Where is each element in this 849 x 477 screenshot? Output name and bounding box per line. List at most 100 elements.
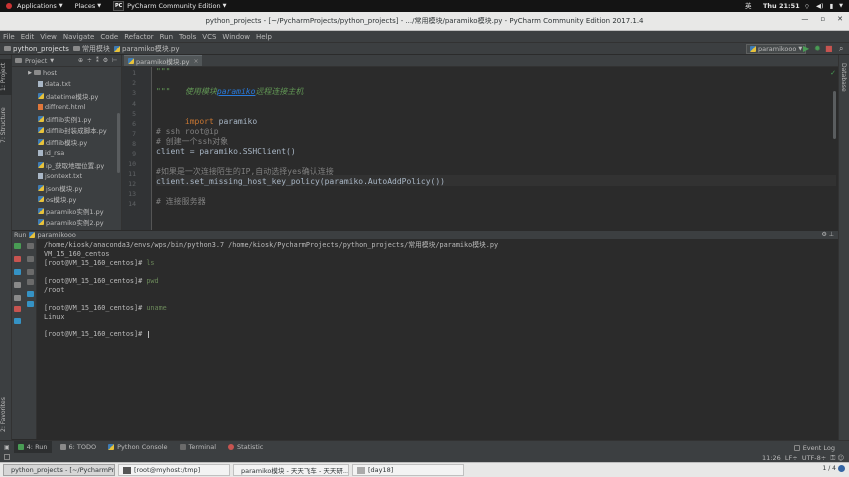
caret-position[interactable]: 11:26 bbox=[762, 454, 781, 462]
breadcrumb-folder[interactable]: 常用模块 bbox=[82, 44, 110, 54]
tab-terminal[interactable]: Terminal bbox=[176, 441, 220, 454]
project-panel-tools[interactable]: ⊕ ÷ ⁑ ⚙ ⊢ bbox=[78, 57, 118, 64]
task-file-manager[interactable]: [day18] bbox=[352, 464, 464, 476]
line-number: 7 bbox=[132, 130, 136, 138]
close-icon[interactable] bbox=[14, 306, 21, 312]
menu-help[interactable]: Help bbox=[253, 33, 275, 41]
run-console-output[interactable]: /home/kiosk/anaconda3/envs/wps/bin/pytho… bbox=[37, 239, 838, 439]
minimize-icon[interactable]: — bbox=[801, 15, 808, 23]
maximize-icon[interactable]: ▫ bbox=[820, 15, 825, 23]
up-icon[interactable] bbox=[27, 243, 34, 249]
task-pycharm[interactable]: python_projects - [~/PycharmProj... bbox=[3, 464, 115, 476]
lock-icon[interactable]: ⚿ bbox=[830, 454, 835, 462]
code-editor: paramiko模块.py × 1 2 3 4 5 6 7 8 9 10 11 … bbox=[121, 55, 838, 230]
run-icon[interactable]: ▶ bbox=[803, 45, 809, 53]
tree-item[interactable]: paramiko实例1.py bbox=[26, 205, 121, 217]
rerun-icon[interactable] bbox=[14, 243, 21, 249]
task-terminal[interactable]: [root@myhost:/tmp] bbox=[118, 464, 230, 476]
tree-item[interactable]: datetime模块.py bbox=[26, 90, 121, 102]
run-panel-title: Run bbox=[14, 231, 27, 239]
project-panel-title[interactable]: Project bbox=[25, 57, 47, 65]
project-tool-button[interactable]: 1: Project bbox=[0, 59, 12, 95]
search-icon[interactable]: ⌕ bbox=[839, 45, 843, 53]
input-method-indicator[interactable]: 英 bbox=[745, 0, 752, 12]
project-scrollbar[interactable] bbox=[117, 113, 120, 173]
tree-item[interactable]: difflib模块.py bbox=[26, 136, 121, 148]
task-browser[interactable]: paramiko模块 - 天天飞车 - 天天研... bbox=[233, 464, 349, 476]
menu-file[interactable]: File bbox=[0, 33, 18, 41]
debug-icon[interactable]: ✹ bbox=[814, 45, 821, 53]
menu-view[interactable]: View bbox=[37, 33, 60, 41]
tree-item[interactable]: ip_获取地理位置.py bbox=[26, 159, 121, 171]
inspector-icon[interactable]: ☺ bbox=[837, 454, 844, 462]
code-area[interactable]: """ 使用模块paramiko远程连接主机 """ import parami… bbox=[156, 67, 836, 230]
panel-settings-icon[interactable]: ⚙ ⊥ bbox=[821, 231, 834, 238]
line-number: 4 bbox=[132, 100, 136, 108]
file-encoding[interactable]: UTF-8÷ bbox=[802, 454, 826, 462]
gnome-top-bar: Applications ▼ Places ▼ PC PyCharm Commu… bbox=[0, 0, 849, 12]
down-icon[interactable] bbox=[27, 256, 34, 262]
code-line-2: 使用模块paramiko远程连接主机 bbox=[156, 77, 304, 96]
tree-item[interactable]: os模块.py bbox=[26, 194, 121, 206]
tab-python-console[interactable]: Python Console bbox=[104, 441, 171, 454]
line-number: 10 bbox=[128, 160, 136, 168]
editor-scrollbar[interactable] bbox=[833, 91, 836, 139]
tree-item[interactable]: diffrent.html bbox=[26, 102, 121, 114]
clear-icon[interactable] bbox=[27, 301, 34, 307]
tree-item[interactable]: difflib封装成脚本.py bbox=[26, 125, 121, 137]
tree-item-label: jsontext.txt bbox=[45, 172, 83, 181]
tree-item[interactable]: id_rsa bbox=[26, 148, 121, 160]
pause-icon[interactable] bbox=[14, 269, 21, 275]
workspace-pager[interactable]: 1 / 4 bbox=[823, 465, 845, 472]
menu-refactor[interactable]: Refactor bbox=[121, 33, 156, 41]
applications-menu[interactable]: Applications ▼ bbox=[0, 2, 69, 10]
database-tool-button[interactable]: Database bbox=[840, 63, 847, 92]
structure-tool-button[interactable]: 7: Structure bbox=[0, 103, 12, 147]
tree-item-host[interactable]: ▶ host bbox=[26, 67, 121, 79]
favorites-tool-button[interactable]: 2: Favorites bbox=[0, 395, 12, 435]
breadcrumb-project[interactable]: python_projects bbox=[13, 45, 69, 53]
panel-toggle-icon[interactable]: ▣ bbox=[4, 444, 10, 451]
menu-navigate[interactable]: Navigate bbox=[60, 33, 97, 41]
inspection-ok-icon[interactable]: ✓ bbox=[830, 69, 836, 77]
help-icon[interactable] bbox=[14, 318, 21, 324]
active-app-menu[interactable]: PyCharm Community Edition ▼ bbox=[127, 2, 232, 10]
editor-tab-paramiko[interactable]: paramiko模块.py × bbox=[124, 55, 203, 66]
tab-statistic[interactable]: Statistic bbox=[224, 441, 267, 454]
tab-todo[interactable]: 6: TODO bbox=[56, 441, 101, 454]
chevron-right-icon[interactable]: ▶ bbox=[26, 70, 34, 76]
menu-tools[interactable]: Tools bbox=[176, 33, 199, 41]
close-icon[interactable]: × bbox=[193, 58, 198, 65]
docstring-link: paramiko bbox=[216, 87, 256, 96]
tree-item[interactable]: data.txt bbox=[26, 79, 121, 91]
console-output: Linux bbox=[44, 313, 65, 321]
places-menu[interactable]: Places ▼ bbox=[69, 2, 108, 10]
close-icon[interactable]: ✕ bbox=[837, 15, 843, 23]
line-separator[interactable]: LF÷ bbox=[785, 454, 798, 462]
stop-icon[interactable]: ■ bbox=[825, 45, 833, 53]
wrap-icon[interactable] bbox=[27, 269, 34, 275]
run-config-select[interactable]: paramikooo ▼ bbox=[746, 44, 807, 54]
menu-vcs[interactable]: VCS bbox=[199, 33, 219, 41]
tree-item[interactable]: json模块.py bbox=[26, 182, 121, 194]
menu-code[interactable]: Code bbox=[97, 33, 121, 41]
clock[interactable]: Thu 21:51 bbox=[763, 0, 800, 12]
menu-edit[interactable]: Edit bbox=[18, 33, 38, 41]
chevron-down-icon[interactable]: ▼ bbox=[50, 58, 54, 64]
breadcrumb-file[interactable]: paramiko模块.py bbox=[122, 44, 180, 54]
pin-icon[interactable] bbox=[14, 295, 21, 301]
tool-windows-icon[interactable] bbox=[4, 454, 10, 460]
run-config-tab[interactable]: paramikooo bbox=[37, 231, 75, 239]
scroll-end-icon[interactable] bbox=[27, 279, 34, 285]
menu-window[interactable]: Window bbox=[219, 33, 253, 41]
menu-run[interactable]: Run bbox=[157, 33, 176, 41]
chevron-down-icon: ▼ bbox=[97, 3, 102, 9]
tab-run[interactable]: 4: Run bbox=[13, 440, 52, 454]
restore-layout-icon[interactable] bbox=[14, 282, 21, 288]
print-icon[interactable] bbox=[27, 291, 34, 297]
tree-item[interactable]: jsontext.txt bbox=[26, 171, 121, 183]
tree-item[interactable]: paramiko实例2.py bbox=[26, 217, 121, 229]
stop-icon[interactable] bbox=[14, 256, 21, 262]
system-tray[interactable]: ⌔ ◀) ▮ ▼ bbox=[804, 0, 843, 12]
tree-item[interactable]: difflib实例1.py bbox=[26, 113, 121, 125]
